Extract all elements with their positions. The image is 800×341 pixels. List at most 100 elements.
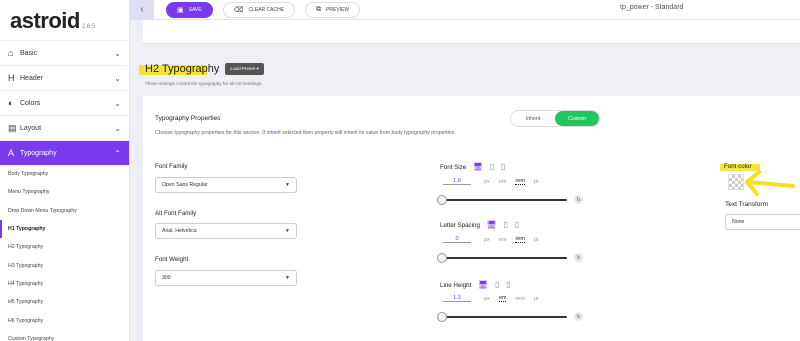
app-root: astroid 2.6.5 ⌂ Basic ⌄ H Header ⌄ ◐ Col…: [0, 0, 800, 341]
sidebar-item-h2-typography[interactable]: H2 Typography: [0, 238, 129, 256]
line-height-label: Line Height 🖥 ▯ ▯: [440, 280, 511, 289]
sidebar-section-basic[interactable]: ⌂ Basic ⌄: [0, 40, 129, 65]
unit-pt[interactable]: pt: [534, 237, 539, 243]
mobile-icon[interactable]: ▯: [501, 162, 505, 171]
toggle-option-inherit[interactable]: Inherit: [511, 111, 555, 126]
preview-button[interactable]: ⧉ PREVIEW: [305, 1, 361, 18]
annotation-arrow-icon: [745, 170, 795, 196]
sidebar-item-h4-typography[interactable]: H4 Typography: [0, 275, 129, 293]
unit-px[interactable]: px: [484, 237, 490, 243]
sidebar-item-h1-typography[interactable]: H1 Typography: [0, 219, 129, 239]
external-link-icon: ⧉: [316, 5, 322, 13]
reset-icon[interactable]: ↻: [574, 253, 583, 262]
unit-px[interactable]: px: [484, 296, 490, 302]
sidebar-section-label: Layout: [20, 124, 42, 132]
font-family-select[interactable]: Open Sans Regular ▼: [155, 177, 297, 193]
unit-rem[interactable]: rem: [515, 236, 525, 243]
unit-rem[interactable]: rem: [515, 178, 525, 185]
slider-track: [441, 257, 567, 259]
unit-em[interactable]: em: [498, 295, 507, 302]
tablet-icon[interactable]: ▯: [490, 162, 494, 171]
reset-icon[interactable]: ↻: [574, 195, 583, 204]
chevron-left-icon: ‹: [140, 4, 144, 15]
section-header: H2 Typography Load Preset ▾: [139, 63, 264, 75]
desktop-icon[interactable]: 🖥: [487, 220, 497, 229]
save-icon: ▣: [177, 6, 184, 14]
section-description: These settings control the typography fo…: [145, 81, 263, 86]
reset-icon[interactable]: ↻: [574, 312, 583, 321]
unit-pt[interactable]: pt: [534, 179, 539, 185]
sidebar-section-label: Header: [20, 74, 43, 82]
eraser-icon: ⌫: [233, 6, 244, 14]
chevron-down-icon: ⌄: [114, 73, 121, 83]
sidebar-section-label: Typography: [20, 149, 57, 157]
unit-em[interactable]: em: [499, 179, 507, 185]
line-height-units: 1.3 px em rem pt: [443, 295, 539, 302]
sidebar-item-h6-typography[interactable]: H6 Typography: [0, 311, 129, 329]
unit-pt[interactable]: pt: [534, 296, 539, 302]
font-size-slider[interactable]: [437, 195, 567, 205]
font-color-picker[interactable]: [728, 174, 744, 190]
chevron-down-icon: ⌄: [114, 123, 121, 133]
unit-rem[interactable]: rem: [515, 296, 524, 302]
typography-properties-description: Choose typography properties for this se…: [155, 130, 456, 136]
brand-logo: astroid 2.6.5: [0, 0, 129, 40]
font-family-label: Font Family: [155, 163, 188, 170]
slider-handle[interactable]: [437, 312, 447, 322]
typography-icon: A: [8, 148, 15, 158]
previous-section-card: [143, 20, 800, 44]
toggle-option-custom[interactable]: Custom: [555, 111, 599, 126]
letter-spacing-slider[interactable]: [437, 253, 567, 263]
section-title: H2 Typography: [139, 63, 219, 75]
brand-name: astroid: [10, 8, 80, 33]
font-size-units: 1.8 px em rem pt: [443, 178, 539, 185]
sidebar-item-h5-typography[interactable]: H5 Typography: [0, 293, 129, 311]
sidebar-section-typography[interactable]: A Typography ⌃: [0, 140, 129, 165]
line-height-input[interactable]: 1.3: [443, 295, 471, 302]
brand-version: 2.6.5: [81, 24, 96, 30]
text-transform-label: Text Transform: [725, 201, 768, 208]
sidebar-section-colors[interactable]: ◐ Colors ⌄: [0, 90, 129, 115]
font-size-input[interactable]: 1.8: [443, 178, 471, 185]
line-height-slider[interactable]: [437, 312, 567, 322]
unit-px[interactable]: px: [484, 179, 490, 185]
slider-track: [441, 316, 567, 318]
sidebar-section-layout[interactable]: ▤ Layout ⌄: [0, 115, 129, 140]
sidebar-item-body-typography[interactable]: Body Typography: [0, 165, 129, 183]
desktop-icon[interactable]: 🖥: [473, 162, 483, 171]
tablet-icon[interactable]: ▯: [495, 280, 499, 289]
chevron-down-icon: ⌄: [114, 98, 121, 108]
letter-spacing-input[interactable]: 0: [443, 236, 471, 243]
sidebar-item-dropdown-menu-typography[interactable]: Drop Down Menu Typography: [0, 202, 129, 220]
mobile-icon[interactable]: ▯: [506, 280, 510, 289]
text-transform-value: None: [732, 219, 745, 225]
header-icon: H: [8, 73, 15, 83]
home-icon: ⌂: [8, 48, 14, 58]
text-transform-select[interactable]: None: [725, 214, 800, 230]
unit-em[interactable]: em: [499, 237, 507, 243]
sidebar-item-h3-typography[interactable]: H3 Typography: [0, 256, 129, 274]
font-weight-value: 300: [162, 275, 171, 281]
inherit-custom-toggle[interactable]: Inherit Custom: [510, 110, 600, 127]
font-size-label: Font Size 🖥 ▯ ▯: [440, 162, 506, 171]
font-weight-select[interactable]: 300 ▼: [155, 270, 297, 286]
sidebar-item-menu-typography[interactable]: Menu Typography: [0, 183, 129, 201]
back-button[interactable]: ‹: [130, 0, 154, 20]
desktop-icon[interactable]: 🖥: [478, 280, 488, 289]
sidebar-item-custom-typography[interactable]: Custom Typography: [0, 330, 129, 341]
chevron-up-icon: ⌃: [114, 148, 121, 158]
sidebar-section-header[interactable]: H Header ⌄: [0, 65, 129, 90]
mobile-icon[interactable]: ▯: [515, 220, 519, 229]
save-button[interactable]: ▣ SAVE: [166, 1, 213, 18]
palette-icon: ◐: [8, 98, 14, 108]
slider-handle[interactable]: [437, 253, 447, 263]
font-family-value: Open Sans Regular: [162, 182, 208, 188]
slider-handle[interactable]: [437, 195, 447, 205]
load-preset-button[interactable]: Load Preset ▾: [225, 63, 264, 75]
alt-font-family-select[interactable]: Arial, Helvetica ▼: [155, 223, 297, 239]
preview-label: PREVIEW: [326, 6, 350, 13]
clear-cache-button[interactable]: ⌫ CLEAR CACHE: [222, 1, 296, 18]
tablet-icon[interactable]: ▯: [504, 220, 508, 229]
save-label: SAVE: [188, 6, 202, 13]
alt-font-family-label: Alt Font Family: [155, 210, 197, 217]
